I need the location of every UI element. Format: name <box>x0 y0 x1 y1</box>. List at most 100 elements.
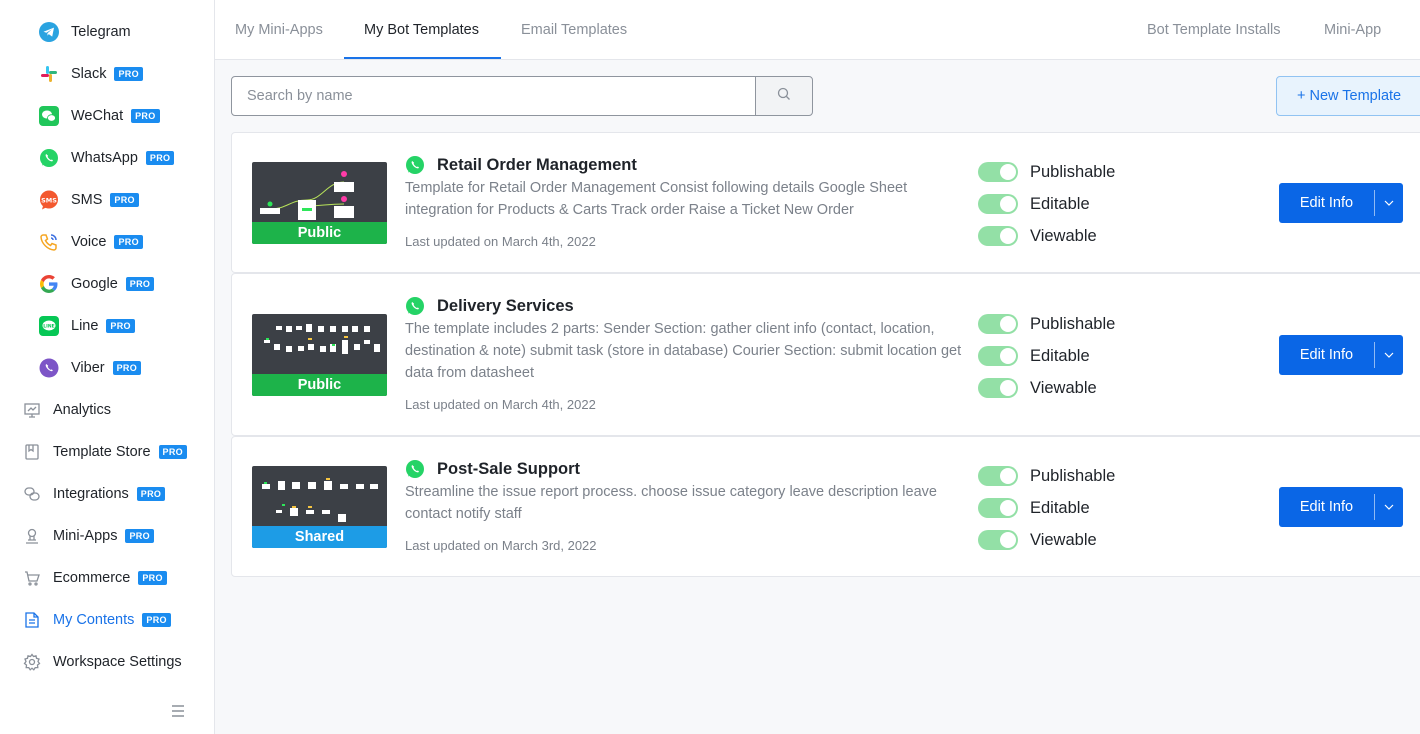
viewable-toggle[interactable] <box>978 530 1018 550</box>
tab-bot-template-installs[interactable]: Bot Template Installs <box>1147 0 1281 60</box>
editable-toggle[interactable] <box>978 194 1018 214</box>
edit-info-button[interactable]: Edit Info <box>1279 195 1374 211</box>
sidebar-item-label: My Contents <box>53 612 135 628</box>
whatsapp-icon <box>405 459 425 479</box>
publishable-toggle[interactable] <box>978 314 1018 334</box>
pro-badge: PRO <box>131 109 160 123</box>
template-title-row: Retail Order Management <box>405 155 637 175</box>
template-card: Public Delivery Services The template in… <box>231 273 1420 436</box>
sidebar-item-mini-apps[interactable]: Mini-Apps PRO <box>22 521 154 551</box>
sidebar-item-label: Line <box>71 318 99 334</box>
template-card: Shared Post-Sale Support Streamline the … <box>231 436 1420 577</box>
chevron-down-icon[interactable] <box>1375 504 1403 510</box>
chevron-down-icon[interactable] <box>1375 352 1403 358</box>
cart-icon <box>22 568 42 588</box>
edit-info-button[interactable]: Edit Info <box>1279 499 1374 515</box>
gear-icon <box>22 652 42 672</box>
sidebar-item-ecommerce[interactable]: Ecommerce PRO <box>22 563 167 593</box>
template-title[interactable]: Delivery Services <box>437 297 574 316</box>
edit-info-split-button: Edit Info <box>1279 183 1403 223</box>
template-title-row: Delivery Services <box>405 296 574 316</box>
sidebar-item-slack[interactable]: Slack PRO <box>39 59 143 89</box>
visibility-badge: Public <box>252 222 387 244</box>
sidebar-item-label: Slack <box>71 66 107 82</box>
last-updated-text: Last updated on March 4th, 2022 <box>405 397 596 412</box>
analytics-icon <box>22 400 42 420</box>
sidebar-item-workspace-settings[interactable]: Workspace Settings <box>22 647 182 677</box>
sidebar-item-viber[interactable]: Viber PRO <box>39 353 141 383</box>
sidebar-item-label: Viber <box>71 360 105 376</box>
sidebar-item-google[interactable]: Google PRO <box>39 269 155 299</box>
line-icon: LINE <box>39 316 59 336</box>
sidebar-item-my-contents[interactable]: My Contents PRO <box>22 605 171 635</box>
sidebar-item-wechat[interactable]: WeChat PRO <box>39 101 160 131</box>
sidebar-item-label: Voice <box>71 234 107 250</box>
search-icon <box>777 87 791 106</box>
pro-badge: PRO <box>145 151 175 165</box>
wechat-icon <box>39 106 59 126</box>
sidebar-item-integrations[interactable]: Integrations PRO <box>22 479 166 509</box>
publishable-toggle[interactable] <box>978 466 1018 486</box>
document-icon <box>22 610 42 630</box>
voice-icon <box>39 232 59 252</box>
pro-badge: PRO <box>125 529 154 543</box>
edit-info-split-button: Edit Info <box>1279 487 1403 527</box>
sidebar-item-analytics[interactable]: Analytics <box>22 395 111 425</box>
template-description: Streamline the issue report process. cho… <box>405 484 937 522</box>
editable-toggle[interactable] <box>978 498 1018 518</box>
pro-badge: PRO <box>112 361 141 375</box>
publishable-toggle[interactable] <box>978 162 1018 182</box>
permission-toggles: Publishable Editable Viewable <box>978 308 1115 404</box>
template-title-row: Post-Sale Support <box>405 459 580 479</box>
sidebar-item-telegram[interactable]: Telegram <box>39 17 131 47</box>
pro-badge: PRO <box>114 235 143 249</box>
tab-bar: My Mini-Apps My Bot Templates Email Temp… <box>215 0 1420 98</box>
sidebar-item-template-store[interactable]: Template Store PRO <box>22 437 187 467</box>
toggle-label: Editable <box>1030 194 1090 213</box>
sidebar-item-label: Telegram <box>71 24 131 40</box>
tab-mini-app-sales[interactable]: Mini-App Sales <box>1324 0 1420 98</box>
sidebar-item-whatsapp[interactable]: WhatsApp PRO <box>39 143 175 173</box>
slack-icon <box>39 64 59 84</box>
pro-badge: PRO <box>138 571 167 585</box>
toggle-label: Editable <box>1030 498 1090 517</box>
tab-my-bot-templates[interactable]: My Bot Templates <box>364 0 479 60</box>
sidebar-item-label: Google <box>71 276 118 292</box>
whatsapp-icon <box>405 155 425 175</box>
whatsapp-icon <box>405 296 425 316</box>
tab-email-templates[interactable]: Email Templates <box>521 0 627 60</box>
sidebar-item-label: Workspace Settings <box>53 654 182 670</box>
tab-my-mini-apps[interactable]: My Mini-Apps <box>235 0 323 60</box>
chevron-down-icon[interactable] <box>1375 200 1403 206</box>
sidebar-item-label: Integrations <box>53 486 129 502</box>
sidebar-item-voice[interactable]: Voice PRO <box>39 227 143 257</box>
telegram-icon <box>39 22 59 42</box>
visibility-badge: Public <box>252 374 387 396</box>
svg-text:LINE: LINE <box>43 323 54 329</box>
viewable-toggle[interactable] <box>978 226 1018 246</box>
collapse-menu-icon[interactable] <box>170 704 186 718</box>
viber-icon <box>39 358 59 378</box>
sidebar-item-line[interactable]: LINE Line PRO <box>39 311 135 341</box>
template-title[interactable]: Retail Order Management <box>437 156 637 175</box>
edit-info-split-button: Edit Info <box>1279 335 1403 375</box>
toggle-label: Viewable <box>1030 226 1097 245</box>
template-thumbnail: Shared <box>252 466 387 548</box>
pro-badge: PRO <box>136 487 166 501</box>
template-store-icon <box>22 442 42 462</box>
viewable-toggle[interactable] <box>978 378 1018 398</box>
template-title[interactable]: Post-Sale Support <box>437 460 580 479</box>
new-template-button[interactable]: + New Template <box>1276 76 1420 116</box>
template-thumbnail: Public <box>252 162 387 244</box>
toggle-label: Viewable <box>1030 378 1097 397</box>
permission-toggles: Publishable Editable Viewable <box>978 460 1115 556</box>
edit-info-button[interactable]: Edit Info <box>1279 347 1374 363</box>
pro-badge: PRO <box>106 319 135 333</box>
template-thumbnail: Public <box>252 314 387 396</box>
permission-toggles: Publishable Editable Viewable <box>978 156 1115 252</box>
search-button[interactable] <box>755 76 813 116</box>
sidebar-item-sms[interactable]: SMS SMS PRO <box>39 185 139 215</box>
flow-preview-image <box>260 171 354 220</box>
search-input[interactable] <box>231 76 756 116</box>
editable-toggle[interactable] <box>978 346 1018 366</box>
